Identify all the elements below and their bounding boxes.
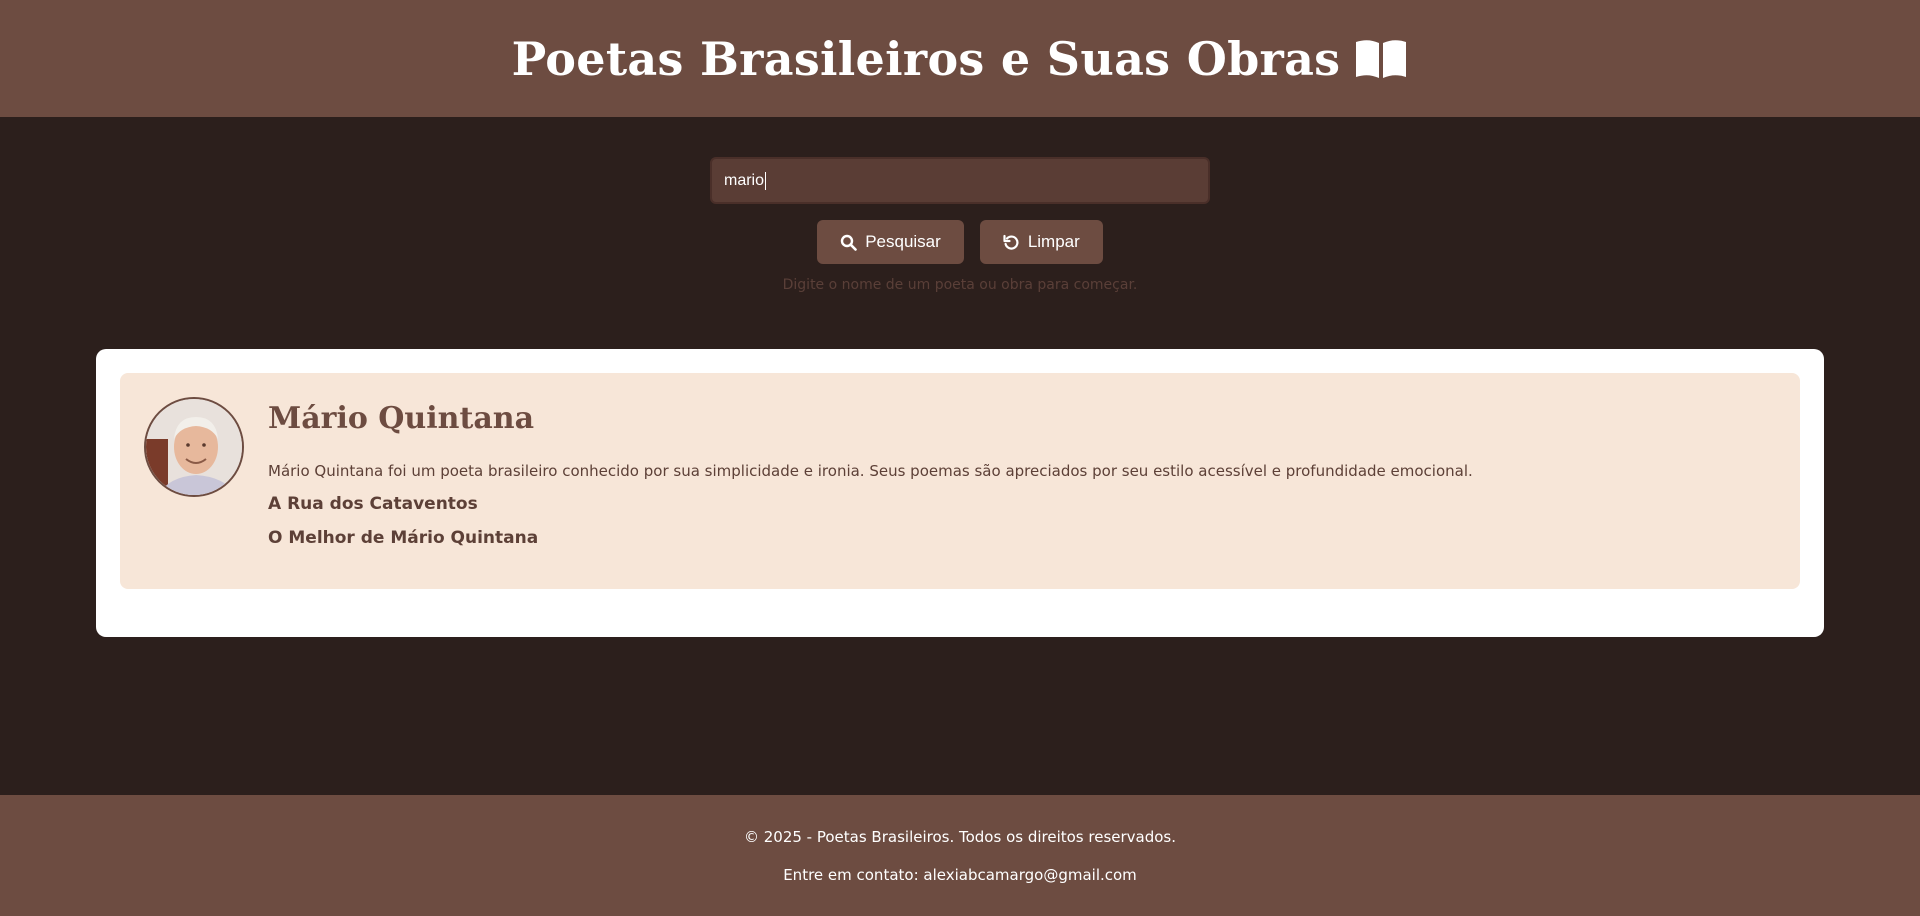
open-book-icon [1354, 38, 1408, 80]
work-item: A Rua dos Cataventos [268, 494, 478, 514]
footer-copyright: © 2025 - Poetas Brasileiros. Todos os di… [743, 827, 1177, 846]
search-button[interactable]: Pesquisar [817, 220, 964, 264]
reset-icon [1003, 234, 1020, 251]
poet-avatar [144, 397, 244, 497]
site-header: Poetas Brasileiros e Suas Obras [0, 0, 1920, 117]
page-title: Poetas Brasileiros e Suas Obras [512, 32, 1409, 86]
poet-info: Mário Quintana Mário Quintana foi um poe… [268, 397, 1473, 565]
search-input[interactable]: mario [710, 157, 1210, 204]
site-footer: © 2025 - Poetas Brasileiros. Todos os di… [0, 795, 1920, 916]
poet-card: Mário Quintana Mário Quintana foi um poe… [120, 373, 1800, 589]
search-input-value: mario [724, 171, 765, 189]
page-title-text: Poetas Brasileiros e Suas Obras [511, 31, 1341, 86]
poet-name: Mário Quintana [268, 401, 535, 436]
clear-button[interactable]: Limpar [979, 220, 1103, 264]
text-caret [765, 171, 767, 190]
poet-bio: Mário Quintana foi um poeta brasileiro c… [268, 462, 1473, 480]
search-area: mario Pesquisar Limpar Digite o nome de … [0, 157, 1920, 293]
search-buttons: Pesquisar Limpar [817, 220, 1103, 264]
search-icon [840, 234, 858, 251]
results-panel: Mário Quintana Mário Quintana foi um poe… [96, 349, 1824, 637]
work-item: O Melhor de Mário Quintana [268, 528, 539, 548]
search-hint: Digite o nome de um poeta ou obra para c… [782, 277, 1138, 293]
works-list: A Rua dos Cataventos O Melhor de Mário Q… [268, 493, 1473, 549]
footer-contact: Entre em contato: alexiabcamargo@gmail.c… [783, 865, 1137, 884]
clear-button-label: Limpar [1027, 232, 1080, 251]
search-button-label: Pesquisar [865, 232, 941, 251]
